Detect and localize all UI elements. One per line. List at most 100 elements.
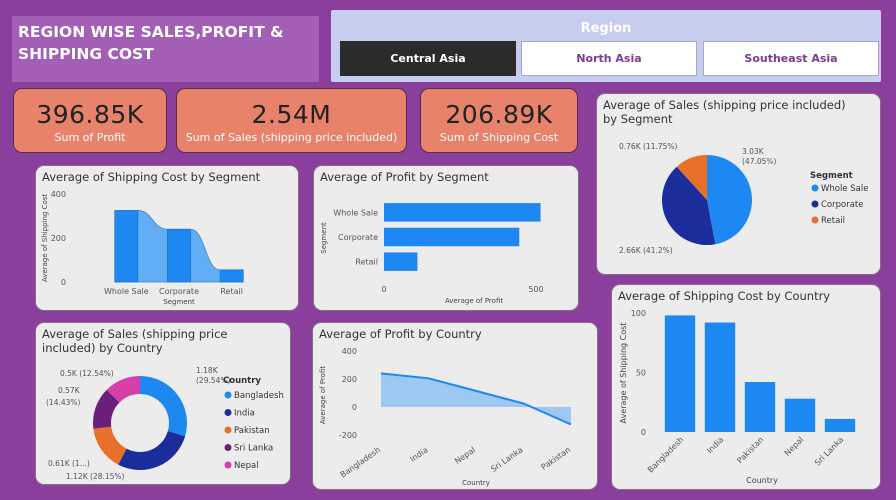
data-label: (14.43%) xyxy=(46,398,81,407)
legend-title: Segment xyxy=(810,171,853,181)
chart-card-ship-by-country[interactable]: Average of Shipping Cost by Country 100 5… xyxy=(611,284,881,490)
bar xyxy=(384,252,418,271)
x-tick-label: Nepal xyxy=(453,445,477,466)
y-axis-title: Average of Shipping Cost xyxy=(41,194,49,283)
x-tick-label: Pakistan xyxy=(540,445,573,472)
kpi-label: Sum of Sales (shipping price included) xyxy=(185,131,398,144)
slicer-option-north-asia[interactable]: North Asia xyxy=(521,41,697,76)
x-tick-label: India xyxy=(705,435,725,455)
y-tick-label: -200 xyxy=(339,431,357,440)
bar xyxy=(384,227,520,247)
kpi-card-shipping: 206.89K Sum of Shipping Cost xyxy=(420,88,578,153)
x-axis-title: Segment xyxy=(163,298,195,306)
x-tick-label: Whole Sale xyxy=(104,287,149,296)
donut-slice xyxy=(118,431,186,470)
data-label: 0.57K xyxy=(58,386,81,395)
bar xyxy=(384,203,541,222)
x-axis-title: Country xyxy=(462,479,490,487)
bar xyxy=(114,210,139,283)
x-tick-label: India xyxy=(408,445,429,464)
kpi-value: 396.85K xyxy=(36,100,144,129)
bar xyxy=(784,398,816,432)
data-label: 1.12K (28.15%) xyxy=(66,472,125,481)
y-tick-label: 0 xyxy=(61,278,66,287)
data-label: 0.5K (12.54%) xyxy=(60,369,114,378)
x-tick-label: Bangladesh xyxy=(339,445,383,479)
legend-item: Nepal xyxy=(234,461,259,471)
y-axis-title: Average of Profit xyxy=(319,366,327,424)
legend-title: Country xyxy=(223,376,261,386)
kpi-card-sales: 2.54M Sum of Sales (shipping price inclu… xyxy=(176,88,407,153)
x-tick-label: 500 xyxy=(528,285,543,294)
chart-card-profit-by-country[interactable]: Average of Profit by Country 400 200 0 -200… xyxy=(312,322,598,490)
legend-marker xyxy=(811,184,819,192)
x-tick-label: Nepal xyxy=(783,435,806,458)
y-axis-title: Average of Shipping Cost xyxy=(619,323,628,424)
bar xyxy=(664,315,696,432)
donut-slice xyxy=(140,376,187,437)
x-tick-label: Bangladesh xyxy=(646,435,686,475)
legend-marker xyxy=(224,461,232,469)
x-tick-label: Retail xyxy=(220,287,243,296)
profit-by-country-chart: 400 200 0 -200 Average of Profit Bangladesh In… xyxy=(319,347,573,487)
legend-marker xyxy=(224,391,232,399)
legend-item: Pakistan xyxy=(234,426,270,436)
y-axis-title: Segment xyxy=(320,222,328,254)
chart-card-profit-by-segment[interactable]: Average of Profit by Segment Whole Sale C… xyxy=(313,165,579,311)
legend-marker xyxy=(811,216,819,224)
data-label: 0.76K (11.75%) xyxy=(619,142,678,151)
x-tick-label: Pakistan xyxy=(735,435,765,465)
y-tick-label: 200 xyxy=(342,375,357,384)
chart-card-sales-by-segment[interactable]: Average of Sales (shipping price include… xyxy=(596,93,881,275)
kpi-label: Sum of Shipping Cost xyxy=(439,131,559,144)
ship-by-country-chart: 100 50 0 Average of Shipping Cost Bangladesh… xyxy=(619,309,856,485)
bar xyxy=(167,228,191,283)
y-tick-label: 100 xyxy=(631,309,646,318)
legend-item: Retail xyxy=(821,216,845,226)
legend-marker xyxy=(224,444,232,451)
area-fill xyxy=(381,373,571,425)
chart-card-sales-by-country[interactable]: Average of Sales (shipping price include… xyxy=(35,322,291,485)
y-tick-label: 400 xyxy=(51,190,66,199)
legend-marker xyxy=(224,409,232,416)
x-tick-label: Corporate xyxy=(159,287,199,296)
slicer-option-southeast-asia[interactable]: Southeast Asia xyxy=(703,41,879,76)
region-slicer: Region Central Asia North Asia Southeast… xyxy=(331,10,881,82)
y-tick-label: 0 xyxy=(352,403,357,412)
legend-item: Whole Sale xyxy=(821,184,868,194)
dashboard-title: REGION WISE SALES,PROFIT & SHIPPING COST xyxy=(12,16,319,82)
data-label: 3.03K xyxy=(742,147,765,156)
bar xyxy=(704,322,736,432)
slicer-title: Region xyxy=(580,21,632,36)
bar xyxy=(824,418,856,432)
x-axis-title: Country xyxy=(746,476,778,485)
x-axis-title: Average of Profit xyxy=(445,297,503,305)
legend-item: India xyxy=(234,409,255,419)
data-label: 1.18K xyxy=(196,366,219,375)
y-tick-label: 50 xyxy=(636,369,646,378)
kpi-value: 206.89K xyxy=(445,100,553,129)
y-tick-label: Corporate xyxy=(338,233,378,242)
legend-marker xyxy=(224,426,232,434)
y-tick-label: Retail xyxy=(355,258,378,267)
legend-marker xyxy=(811,200,819,208)
slicer-option-central-asia[interactable]: Central Asia xyxy=(340,41,516,76)
data-label: 2.66K (41.2%) xyxy=(619,246,673,255)
x-tick-label: Sri Lanka xyxy=(813,435,846,468)
legend-item: Corporate xyxy=(821,200,864,210)
kpi-value: 2.54M xyxy=(251,100,332,129)
pie-slice xyxy=(707,155,753,245)
legend-item: Sri Lanka xyxy=(234,444,273,454)
y-tick-label: Whole Sale xyxy=(333,208,378,217)
sales-by-segment-chart: 3.03K(47.05%) 2.66K (41.2%) 0.76K (11.75%)… xyxy=(619,142,868,255)
bar xyxy=(744,382,776,432)
y-tick-label: 200 xyxy=(51,234,66,243)
y-tick-label: 400 xyxy=(342,347,357,356)
chart-card-ship-by-segment[interactable]: Average of Shipping Cost by Segment 400 2… xyxy=(35,165,299,311)
ship-by-segment-chart: 400 200 0 Average of Shipping Cost Whole Sal… xyxy=(41,190,244,306)
profit-by-segment-chart: Whole Sale Corporate Retail 0 500 Average of … xyxy=(320,203,544,305)
data-label: (47.05%) xyxy=(742,157,777,166)
legend-item: Bangladesh xyxy=(234,391,284,401)
data-label: 0.61K (1...) xyxy=(48,459,90,468)
x-tick-label: 0 xyxy=(381,285,386,294)
